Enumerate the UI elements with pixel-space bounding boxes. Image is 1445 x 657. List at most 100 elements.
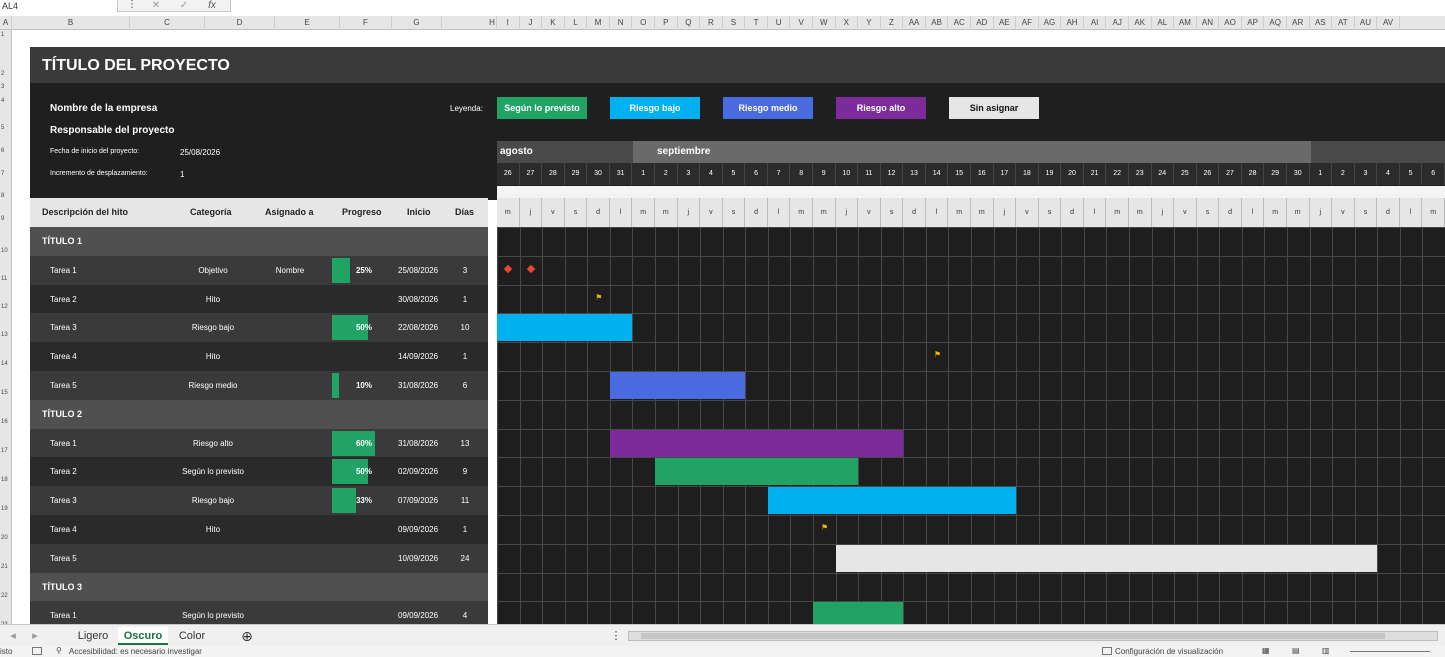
task-name[interactable]: Tarea 2	[50, 457, 77, 486]
normal-view-icon[interactable]: ▦	[1262, 646, 1270, 655]
function-icon[interactable]: fx	[202, 0, 222, 12]
scroll-increment-value[interactable]: 1	[180, 170, 184, 179]
task-name[interactable]: Tarea 1	[50, 429, 77, 458]
column-header-ac[interactable]: AC	[948, 16, 971, 30]
task-name[interactable]: Tarea 4	[50, 342, 77, 371]
task-days[interactable]: 3	[456, 256, 474, 285]
task-start-date[interactable]: 30/08/2026	[398, 285, 438, 314]
column-header-s[interactable]: S	[723, 16, 746, 30]
column-header-a[interactable]: A	[0, 16, 12, 30]
row-header-3[interactable]: 3	[0, 84, 12, 90]
milestone-flag-icon[interactable]: ⚑	[595, 293, 602, 302]
task-row[interactable]: Tarea 3 Riesgo bajo 50% 22/08/2026 10	[30, 313, 488, 343]
tab-options-icon[interactable]: ⋮	[610, 627, 622, 645]
row-header-6[interactable]: 6	[0, 148, 12, 154]
name-box[interactable]: AL4	[0, 0, 118, 12]
column-header-z[interactable]: Z	[881, 16, 904, 30]
column-header-ap[interactable]: AP	[1242, 16, 1265, 30]
task-start-date[interactable]: 09/09/2026	[398, 515, 438, 544]
progress-value[interactable]: 60%	[332, 429, 372, 458]
column-header-n[interactable]: N	[610, 16, 633, 30]
progress-value[interactable]: 10%	[332, 371, 372, 400]
accessibility-status[interactable]: Accesibilidad: es necesario investigar	[69, 647, 202, 656]
task-assigned[interactable]	[265, 313, 315, 342]
task-name[interactable]: Tarea 3	[50, 313, 77, 342]
scrollbar-thumb[interactable]	[641, 633, 1385, 639]
row-header-18[interactable]: 18	[0, 477, 12, 483]
row-header-15[interactable]: 15	[0, 390, 12, 396]
task-name[interactable]: Tarea 1	[50, 256, 77, 285]
tab-scroll-left-icon[interactable]: ◂	[6, 627, 20, 645]
task-category[interactable]: Riesgo medio	[180, 371, 246, 400]
task-category[interactable]: Hito	[180, 515, 246, 544]
row-header-8[interactable]: 8	[0, 193, 12, 199]
column-header-h[interactable]: H	[488, 16, 497, 30]
column-header-c[interactable]: C	[130, 16, 205, 30]
row-header-14[interactable]: 14	[0, 361, 12, 367]
task-start-date[interactable]: 22/08/2026	[398, 313, 438, 342]
task-days[interactable]: 24	[456, 544, 474, 573]
column-header-ak[interactable]: AK	[1129, 16, 1152, 30]
column-header-ar[interactable]: AR	[1287, 16, 1310, 30]
task-assigned[interactable]	[265, 457, 315, 486]
column-header-as[interactable]: AS	[1310, 16, 1333, 30]
task-assigned[interactable]	[265, 486, 315, 515]
row-header-12[interactable]: 12	[0, 304, 12, 310]
column-header-ab[interactable]: AB	[926, 16, 949, 30]
column-header-at[interactable]: AT	[1332, 16, 1355, 30]
column-header-au[interactable]: AU	[1355, 16, 1378, 30]
progress-value[interactable]	[332, 342, 372, 371]
column-header-q[interactable]: Q	[678, 16, 701, 30]
column-header-b[interactable]: B	[12, 16, 130, 30]
column-header-ad[interactable]: AD	[971, 16, 994, 30]
gantt-bar[interactable]	[812, 602, 904, 624]
column-header-m[interactable]: M	[587, 16, 610, 30]
task-category[interactable]: Hito	[180, 285, 246, 314]
task-assigned[interactable]	[265, 285, 315, 314]
row-header-7[interactable]: 7	[0, 171, 12, 177]
section-title[interactable]: TÍTULO 2	[42, 400, 82, 429]
task-assigned[interactable]	[265, 544, 315, 573]
task-row[interactable]: Tarea 5 Riesgo medio 10% 31/08/2026 6	[30, 371, 488, 400]
milestone-flag-icon[interactable]: ⚑	[821, 523, 828, 532]
gantt-bar[interactable]	[835, 544, 1378, 572]
task-start-date[interactable]: 31/08/2026	[398, 429, 438, 458]
row-header-21[interactable]: 21	[0, 564, 12, 570]
column-header-l[interactable]: L	[565, 16, 588, 30]
column-header-an[interactable]: AN	[1197, 16, 1220, 30]
cancel-icon[interactable]: ✕	[146, 0, 166, 12]
display-settings-icon[interactable]	[1102, 647, 1112, 655]
section-title[interactable]: TÍTULO 3	[42, 573, 82, 602]
section-header[interactable]: TÍTULO 2	[30, 399, 488, 429]
task-days[interactable]: 11	[456, 486, 474, 515]
progress-value[interactable]: 25%	[332, 256, 372, 285]
tab-oscuro[interactable]: Oscuro	[118, 627, 168, 645]
column-header-x[interactable]: X	[836, 16, 859, 30]
section-header[interactable]: TÍTULO 3	[30, 572, 488, 602]
column-header-ai[interactable]: AI	[1084, 16, 1107, 30]
task-assigned[interactable]: Nombre	[265, 256, 315, 285]
task-row[interactable]: Tarea 4 Hito 14/09/2026 1	[30, 342, 488, 372]
row-header-19[interactable]: 19	[0, 506, 12, 512]
row-header-11[interactable]: 11	[0, 276, 12, 282]
column-header-i[interactable]: I	[497, 16, 520, 30]
task-days[interactable]: 13	[456, 429, 474, 458]
horizontal-scrollbar[interactable]	[628, 631, 1438, 641]
task-start-date[interactable]: 07/09/2026	[398, 486, 438, 515]
task-name[interactable]: Tarea 2	[50, 285, 77, 314]
row-header-17[interactable]: 17	[0, 448, 12, 454]
column-header-aq[interactable]: AQ	[1264, 16, 1287, 30]
row-header-13[interactable]: 13	[0, 332, 12, 338]
task-row[interactable]: Tarea 2 Hito 30/08/2026 1	[30, 284, 488, 314]
tab-scroll-right-icon[interactable]: ▸	[28, 627, 42, 645]
task-days[interactable]: 1	[456, 515, 474, 544]
task-row[interactable]: Tarea 2 Según lo previsto 50% 02/09/2026 9	[30, 457, 488, 487]
macro-icon[interactable]	[32, 647, 42, 655]
task-start-date[interactable]: 25/08/2026	[398, 256, 438, 285]
progress-value[interactable]	[332, 544, 372, 573]
task-name[interactable]: Tarea 3	[50, 486, 77, 515]
column-header-w[interactable]: W	[813, 16, 836, 30]
task-category[interactable]: Objetivo	[180, 256, 246, 285]
task-assigned[interactable]	[265, 342, 315, 371]
milestone-flag-icon[interactable]: ⚑	[934, 350, 941, 359]
